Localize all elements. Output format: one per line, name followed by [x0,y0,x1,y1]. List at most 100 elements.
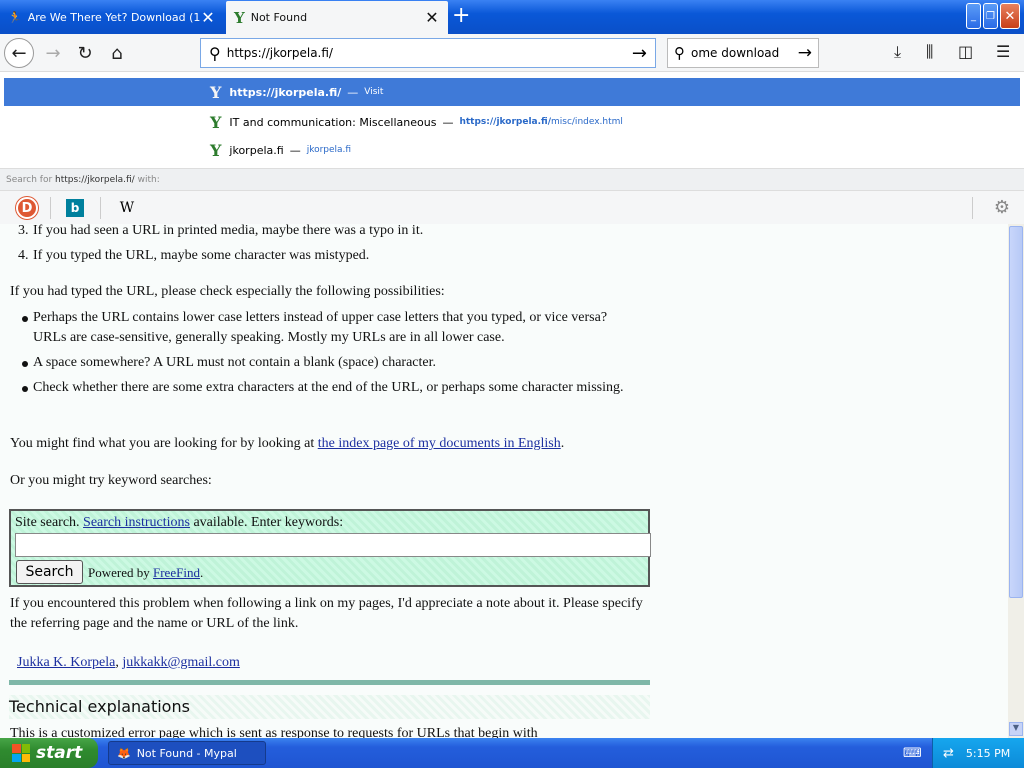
close-window-button[interactable]: ✕ [1000,3,1020,29]
list-text: If you had seen a URL in printed media, … [33,224,424,238]
bullet-text: A space somewhere? A URL must not contai… [33,355,437,370]
engine-divider [100,197,101,219]
powered-by: Powered by FreeFind. [88,565,204,580]
search-icon: ⚲ [209,43,221,63]
taskbar-item-label: Not Found - Mypal [136,746,237,760]
suggestion-title: IT and communication: Miscellaneous [229,115,437,129]
bing-icon[interactable]: b [66,199,84,217]
list-number: 4. [18,248,29,263]
keywords-input[interactable] [15,533,651,557]
y-icon: Y [210,82,222,102]
index-paragraph: You might find what you are looking for … [10,434,650,454]
gear-icon[interactable]: ⚙ [994,197,1010,218]
search-bar[interactable]: ⚲ ome download → [667,38,819,68]
list-item: 3. If you had seen a URL in printed medi… [18,224,638,241]
search-for-suffix: with: [137,175,160,185]
search-instructions-link[interactable]: Search instructions [83,515,190,530]
list-text: If you typed the URL, maybe some charact… [33,248,370,263]
vertical-scrollbar[interactable]: ▼ [1008,224,1024,738]
new-tab-button[interactable]: + [452,5,470,27]
search-bar-text[interactable]: ome download [691,46,798,60]
note-paragraph: If you encountered this problem when fol… [10,596,643,631]
taskbar: start 🦊 Not Found - Mypal ⌨ ⇄ 5:15 PM [0,738,1024,768]
scroll-down-arrow-icon[interactable]: ▼ [1009,722,1023,736]
search-for-query: https://jkorpela.fi/ [55,175,135,185]
url-text[interactable]: https://jkorpela.fi/ [227,46,632,60]
bullet-text: Check whether there are some extra chara… [33,380,624,395]
url-bar[interactable]: ⚲ https://jkorpela.fi/ → [200,38,656,68]
suggestion-separator: — [347,85,359,99]
tab-title: Not Found [250,11,308,24]
url-suggestions-dropdown: Y https://jkorpela.fi/ — Visit Y IT and … [0,72,1024,224]
search-go-arrow-icon[interactable]: → [798,43,812,63]
author-line: Jukka K. Korpela, jukkakk@gmail.com [17,655,240,670]
author-name-link[interactable]: Jukka K. Korpela [17,655,115,670]
maximize-button[interactable]: ❐ [983,3,998,29]
suggestion-item[interactable]: Y https://jkorpela.fi/ — Visit [4,78,1020,106]
suggestion-url: jkorpela.fi [306,145,352,155]
close-tab-icon[interactable]: ✕ [200,8,216,27]
section-divider [9,680,650,685]
suggestion-item[interactable]: Y IT and communication: Miscellaneous — … [4,108,1020,136]
search-icon: ⚲ [674,44,685,62]
mypal-icon: 🦊 [117,746,131,760]
bullet-icon [22,386,28,392]
windows-flag-icon [12,744,30,762]
network-icon[interactable]: ⇄ [943,746,954,761]
system-tray: ⇄ 5:15 PM [932,738,1024,768]
duckduckgo-icon[interactable]: D [16,197,38,219]
search-button[interactable]: Search [16,560,83,584]
author-email-link[interactable]: jukkakk@gmail.com [122,655,239,670]
search-for-prefix: Search for [6,175,53,185]
list-item: 4. If you typed the URL, maybe some char… [18,246,638,266]
reload-button[interactable]: ↻ [70,38,100,68]
search-engines-row: D b W ⚙ [0,190,1024,224]
suggestion-action: Visit [364,87,384,97]
suggestion-url-host: https://jkorpela.fi/ [459,117,551,127]
list-number: 3. [18,224,29,238]
start-button[interactable]: start [0,738,98,768]
wikipedia-icon[interactable]: W [116,197,138,219]
navigation-toolbar: ← → ↻ ⌂ ⚲ https://jkorpela.fi/ → ⚲ ome d… [0,34,1024,72]
downloads-icon[interactable]: ⤓ [894,42,901,62]
index-link[interactable]: the index page of my documents in Englis… [318,436,561,451]
site-search-box: Site search. Search instructions availab… [9,509,651,587]
suggestion-url-path: misc/index.html [551,117,623,127]
minimize-button[interactable]: _ [966,3,981,29]
home-button[interactable]: ⌂ [102,38,132,68]
tab-not-found[interactable]: Y Not Found ✕ [226,1,448,34]
taskbar-item-mypal[interactable]: 🦊 Not Found - Mypal [108,741,266,765]
engine-divider [972,197,973,219]
keyword-paragraph: Or you might try keyword searches: [10,473,212,488]
close-tab-icon[interactable]: ✕ [424,8,440,27]
index-prefix: You might find what you are looking for … [10,436,318,451]
scrollbar-thumb[interactable] [1009,226,1023,598]
engine-divider [50,197,51,219]
keyboard-icon[interactable]: ⌨ [903,746,922,761]
tab-are-we-there-yet[interactable]: 🏃 Are We There Yet? Download (19 ✕ [0,1,224,34]
tech-paragraph: This is a customized error page which is… [10,726,538,738]
search-for-row: Search for https://jkorpela.fi/ with: [0,168,1024,190]
back-button[interactable]: ← [4,38,34,68]
clock: 5:15 PM [965,746,1011,760]
menu-icon[interactable]: ☰ [996,42,1010,61]
suggestion-item[interactable]: Y jkorpela.fi — jkorpela.fi [4,136,1020,164]
site-search-label: Site search. Search instructions availab… [15,515,344,530]
bullet-item: A space somewhere? A URL must not contai… [22,353,638,373]
person-icon: 🏃 [8,11,22,24]
y-icon: Y [210,112,222,132]
library-icon[interactable]: ⫼ [926,42,933,62]
suggestion-separator: — [442,115,454,129]
suggestion-title: https://jkorpela.fi/ [229,85,342,99]
tech-heading: Technical explanations [9,695,650,719]
sidebar-icon[interactable]: ◫ [958,42,973,61]
index-suffix: . [560,436,565,451]
go-arrow-icon[interactable]: → [632,43,647,64]
start-label: start [36,743,83,763]
freefind-link[interactable]: FreeFind [153,565,200,580]
check-paragraph: If you had typed the URL, please check e… [10,284,445,299]
suggestion-title: jkorpela.fi [229,143,284,157]
forward-button[interactable]: → [38,38,68,68]
y-icon: Y [210,140,222,160]
tab-title: Are We There Yet? Download (19 [27,11,200,24]
